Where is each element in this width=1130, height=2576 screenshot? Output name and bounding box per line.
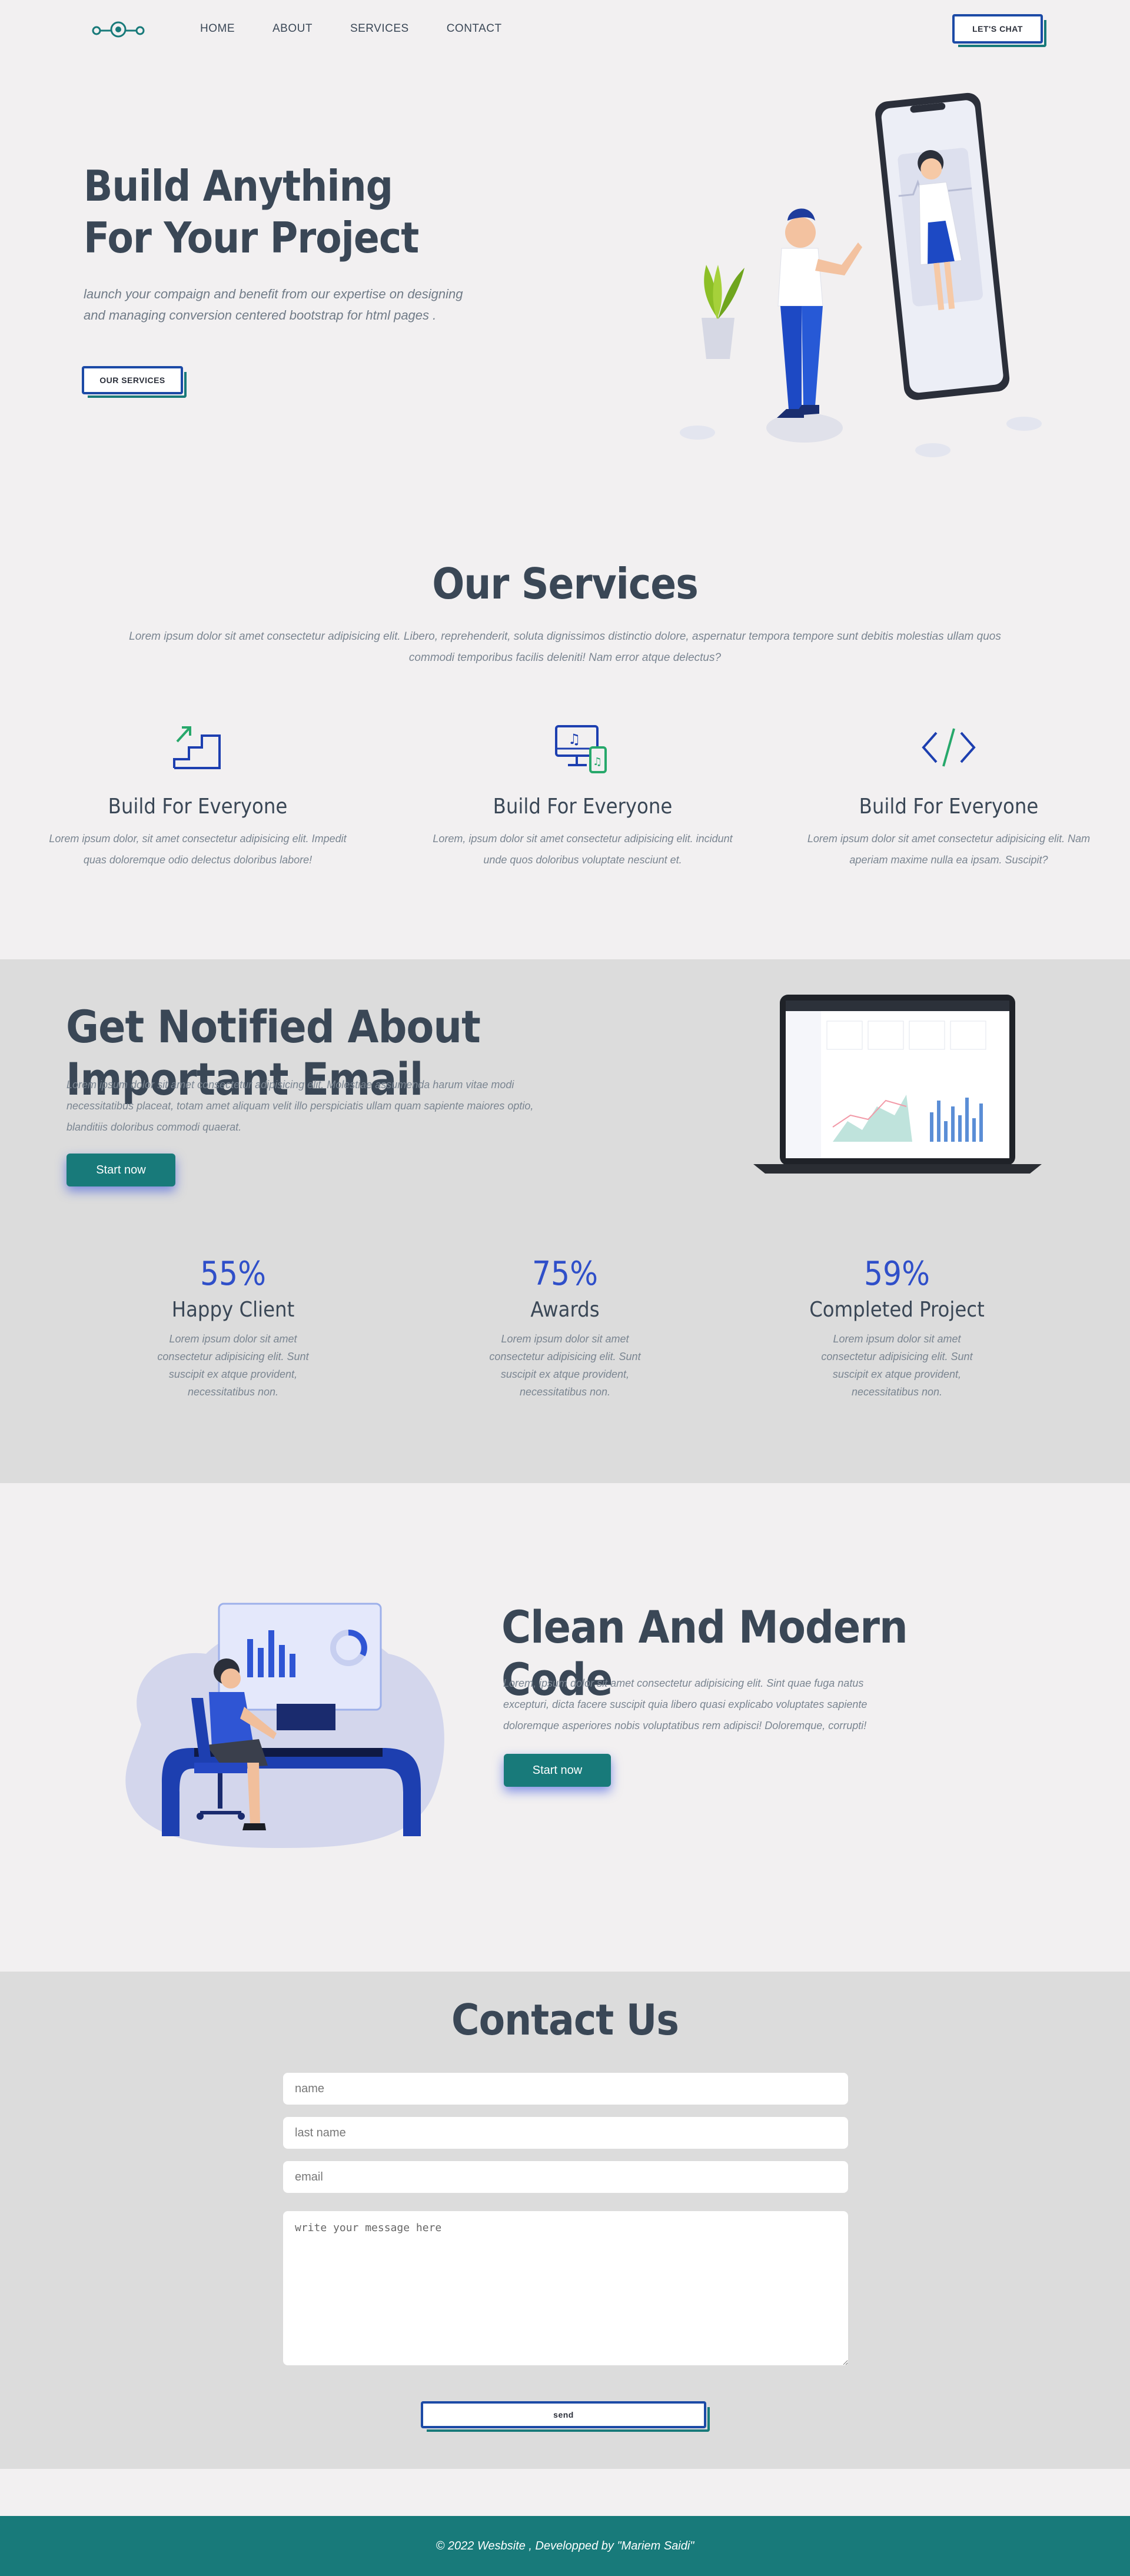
logo-icon[interactable] (91, 18, 145, 41)
hero-title-line2: For Your Project (84, 213, 419, 262)
navbar: HOME ABOUT SERVICES CONTACT LET'S CHAT (0, 0, 1130, 59)
nav-links: HOME ABOUT SERVICES CONTACT (200, 22, 540, 35)
stat-value: 75% (532, 1255, 598, 1293)
stairs-growth-icon (173, 726, 221, 769)
stat-label: Awards (530, 1298, 600, 1322)
desktop-mobile-music-icon: ♫ ♫ (555, 725, 607, 773)
notified-text: Lorem ipsum dolor sit amet consectetur a… (67, 1079, 534, 1133)
service-text: Lorem ipsum dolor sit amet consectetur a… (807, 833, 1091, 866)
service-card: Build For Everyone Lorem ipsum dolor, si… (45, 718, 351, 870)
service-card: Build For Everyone Lorem ipsum dolor sit… (796, 718, 1102, 870)
stat-text: Lorem ipsum dolor sit amet consectetur a… (489, 1333, 641, 1398)
laptop-dashboard-illustration (753, 995, 1042, 1174)
service-text: Lorem ipsum dolor, sit amet consectetur … (49, 833, 347, 866)
nav-link-home[interactable]: HOME (200, 22, 235, 35)
our-services-button[interactable]: OUR SERVICES (82, 366, 187, 398)
services-subtitle: Lorem ipsum dolor sit amet consectetur a… (129, 630, 1001, 664)
name-field[interactable] (283, 2073, 848, 2105)
code-icon (922, 728, 976, 767)
contact-section: Contact Us send (0, 1972, 1130, 2469)
message-field[interactable] (283, 2211, 848, 2365)
service-card: ♫ ♫ Build For Everyone Lorem, ipsum dolo… (430, 718, 736, 870)
footer-text: © 2022 Wesbsite , Developped by "Mariem … (436, 2540, 694, 2552)
email-field[interactable] (283, 2161, 848, 2193)
footer: © 2022 Wesbsite , Developped by "Mariem … (0, 2516, 1130, 2576)
contact-title: Contact Us (451, 1995, 679, 2045)
stat-label: Completed Project (809, 1298, 985, 1322)
service-title: Build For Everyone (493, 795, 673, 819)
service-title: Build For Everyone (108, 795, 288, 819)
start-now-button[interactable]: Start now (504, 1754, 611, 1787)
svg-text:♫: ♫ (593, 756, 602, 768)
service-text: Lorem, ipsum dolor sit amet consectetur … (433, 833, 733, 866)
nav-link-contact[interactable]: CONTACT (447, 22, 502, 35)
lets-chat-button[interactable]: LET'S CHAT (952, 14, 1046, 47)
services-title: Our Services (432, 559, 699, 609)
hero-title: Build Anything For Your Project (84, 160, 496, 264)
hero-text: launch your compaign and benefit from ou… (84, 287, 463, 323)
stat-card: 55% Happy Client Lorem ipsum dolor sit a… (115, 1255, 351, 1401)
nav-link-about[interactable]: ABOUT (272, 22, 313, 35)
phone-doctor-illustration (680, 92, 1042, 457)
stat-card: 59% Completed Project Lorem ipsum dolor … (779, 1255, 1015, 1401)
nav-link-services[interactable]: SERVICES (350, 22, 409, 35)
last-name-field[interactable] (283, 2117, 848, 2149)
stat-text: Lorem ipsum dolor sit amet consectetur a… (821, 1333, 973, 1398)
notified-section: Get Notified About Important Email Lorem… (0, 959, 1130, 1483)
stat-text: Lorem ipsum dolor sit amet consectetur a… (157, 1333, 309, 1398)
stat-value: 59% (864, 1255, 930, 1293)
page: HOME ABOUT SERVICES CONTACT LET'S CHAT B… (0, 0, 1130, 2576)
hero-title-line1: Build Anything (84, 161, 393, 211)
send-button[interactable]: send (421, 2401, 710, 2432)
stat-value: 55% (200, 1255, 266, 1293)
stat-label: Happy Client (171, 1298, 295, 1322)
stat-card: 75% Awards Lorem ipsum dolor sit amet co… (447, 1255, 683, 1401)
start-now-button[interactable]: Start now (67, 1154, 175, 1186)
service-title: Build For Everyone (859, 795, 1039, 819)
developer-desk-illustration (125, 1603, 444, 1848)
code-text: Lorem, ipsum dolor sit amet consectetur … (503, 1677, 868, 1731)
svg-text:♫: ♫ (568, 731, 581, 747)
